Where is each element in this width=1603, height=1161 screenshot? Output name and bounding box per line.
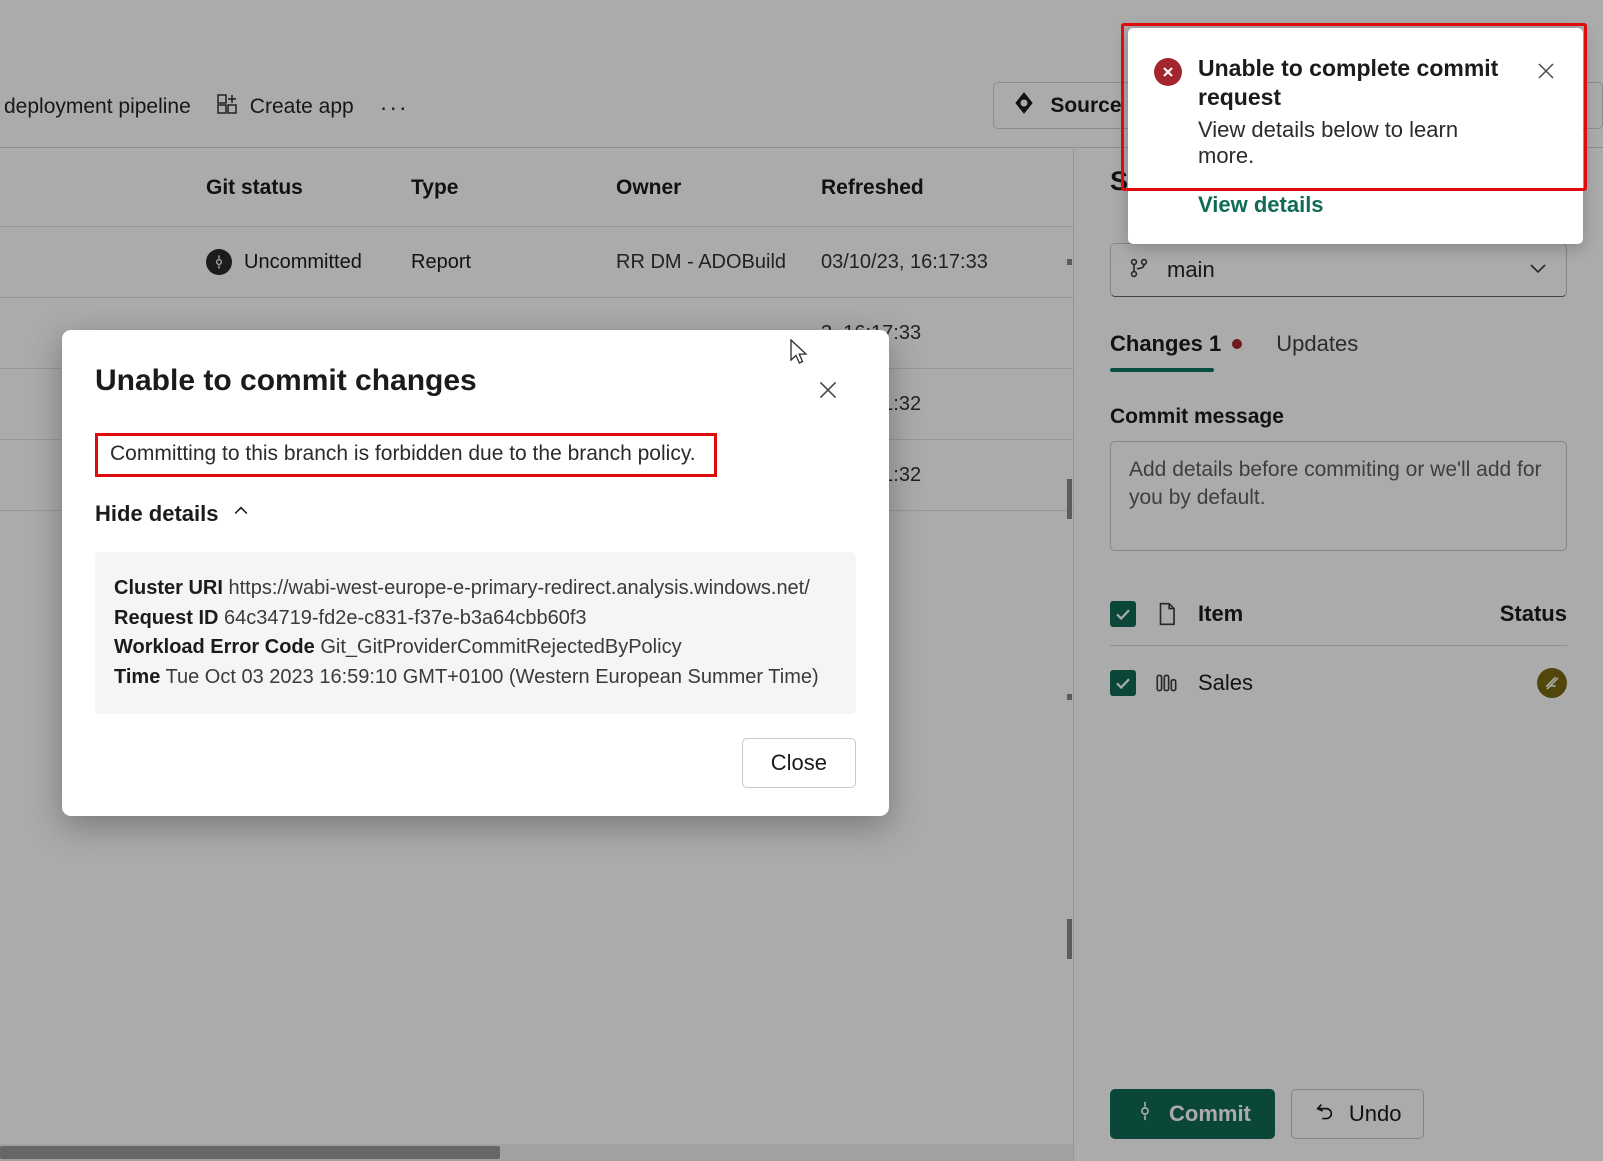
dialog-close-icon[interactable]	[808, 370, 848, 410]
dialog-close-button[interactable]: Close	[742, 738, 856, 788]
detail-request-id: Request ID 64c34719-fd2e-c831-f37e-b3a64…	[114, 604, 836, 634]
detail-workload-error-code: Workload Error Code Git_GitProviderCommi…	[114, 633, 836, 663]
detail-cluster-uri-value: https://wabi-west-europe-e-primary-redir…	[228, 577, 809, 599]
app-root: deployment pipeline Create app ···	[0, 0, 1603, 1161]
dialog-actions: Close	[95, 738, 856, 788]
detail-request-id-value: 64c34719-fd2e-c831-f37e-b3a64cbb60f3	[224, 607, 587, 629]
detail-time-key: Time	[114, 666, 160, 688]
toggle-details-button[interactable]: Hide details	[95, 501, 251, 527]
toggle-details-label: Hide details	[95, 501, 218, 527]
view-details-link[interactable]: View details	[1198, 192, 1324, 218]
chevron-up-icon	[231, 501, 251, 527]
dialog-error-message: Committing to this branch is forbidden d…	[95, 433, 717, 477]
detail-request-id-key: Request ID	[114, 607, 218, 629]
dialog-header: Unable to commit changes	[95, 364, 856, 410]
error-toast-body: Unable to complete commit request View d…	[1198, 54, 1513, 218]
error-toast-title: Unable to complete commit request	[1198, 54, 1513, 113]
error-toast: Unable to complete commit request View d…	[1128, 28, 1583, 244]
detail-time: Time Tue Oct 03 2023 16:59:10 GMT+0100 (…	[114, 663, 836, 693]
detail-workload-error-code-value: Git_GitProviderCommitRejectedByPolicy	[320, 636, 681, 658]
error-icon	[1154, 58, 1182, 86]
dialog-details-panel: Cluster URI https://wabi-west-europe-e-p…	[95, 552, 856, 714]
error-toast-subtitle: View details below to learn more.	[1198, 117, 1513, 169]
detail-cluster-uri: Cluster URI https://wabi-west-europe-e-p…	[114, 574, 836, 604]
detail-workload-error-code-key: Workload Error Code	[114, 636, 315, 658]
detail-cluster-uri-key: Cluster URI	[114, 577, 223, 599]
toast-close-icon[interactable]	[1529, 54, 1563, 88]
detail-time-value: Tue Oct 03 2023 16:59:10 GMT+0100 (Weste…	[166, 666, 819, 688]
unable-to-commit-dialog: Unable to commit changes Committing to t…	[62, 330, 889, 816]
dialog-title: Unable to commit changes	[95, 364, 808, 398]
